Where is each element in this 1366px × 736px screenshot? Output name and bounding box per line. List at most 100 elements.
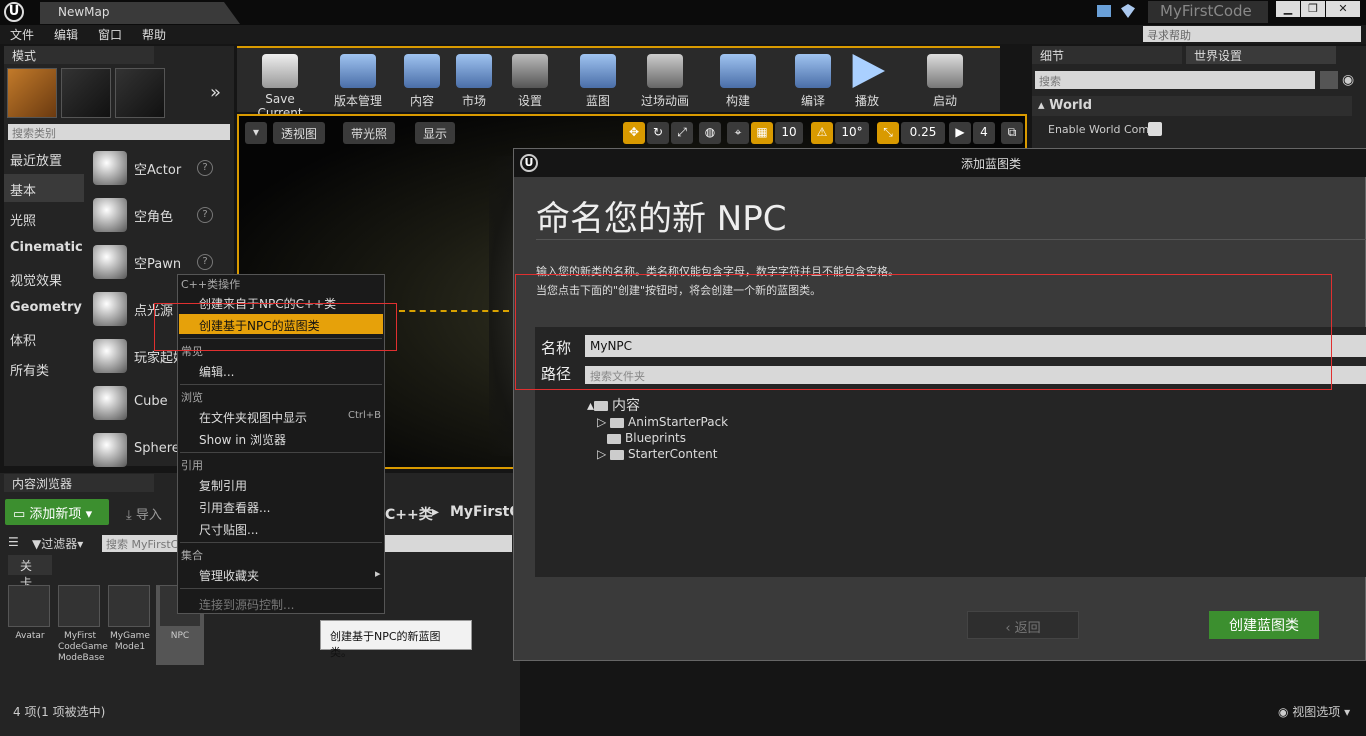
view-options-button[interactable]: ◉ 视图选项 ▾ — [1278, 703, 1350, 720]
play-button[interactable]: 播放 — [845, 54, 889, 110]
ctx-manage-collections[interactable]: 管理收藏夹 — [179, 564, 383, 584]
ctx-shortcut: Ctrl+B — [348, 410, 382, 421]
category-basic[interactable]: 基本 — [4, 174, 84, 202]
translate-icon[interactable]: ✥ — [623, 122, 645, 144]
ctx-size-map[interactable]: 尺寸贴图... — [179, 518, 383, 538]
camera-speed-icon[interactable]: ▶ — [949, 122, 971, 144]
grid-size[interactable]: 10 — [775, 122, 803, 144]
breadcrumb-project[interactable]: MyFirstC — [450, 504, 520, 520]
menu-window[interactable]: 窗口 — [98, 26, 122, 43]
folder-icon — [610, 417, 625, 428]
cinematics-button[interactable]: 过场动画 — [635, 54, 695, 110]
world-icon[interactable]: ◍ — [699, 122, 721, 144]
content-button[interactable]: 内容 — [399, 54, 445, 110]
ctx-divider — [180, 452, 382, 453]
blueprints-button[interactable]: 蓝图 — [573, 54, 623, 110]
asset-empty-character[interactable]: 空角色? — [90, 193, 215, 237]
feedback-icon[interactable] — [1097, 5, 1111, 17]
tree-root-content[interactable]: ▴ 内容 — [587, 395, 640, 415]
ctx-edit[interactable]: 编辑... — [179, 360, 383, 380]
category-all-classes[interactable]: 所有类 — [4, 354, 84, 382]
menu-edit[interactable]: 编辑 — [54, 26, 78, 43]
lit-button[interactable]: 带光照 — [343, 122, 396, 144]
category-lights[interactable]: 光照 — [4, 204, 84, 232]
settings-button[interactable]: 设置 — [505, 54, 555, 110]
surface-snap-icon[interactable]: ⌖ — [727, 122, 749, 144]
marketplace-button[interactable]: 市场 — [451, 54, 497, 110]
rotate-icon[interactable]: ↻ — [647, 122, 669, 144]
close-button[interactable]: ✕ — [1326, 1, 1360, 17]
grid-snap-icon[interactable]: ▦ — [751, 122, 773, 144]
asset-gamemode1[interactable]: MyGame Mode1 — [108, 585, 152, 653]
minimize-button[interactable]: ▁ — [1276, 1, 1300, 17]
ctx-divider — [180, 384, 382, 385]
paint-mode-icon[interactable] — [61, 68, 111, 118]
category-geometry[interactable]: Geometry — [4, 294, 84, 322]
category-visual-effects[interactable]: 视觉效果 — [4, 264, 84, 292]
build-button[interactable]: 构建 — [715, 54, 761, 110]
show-button[interactable]: 显示 — [415, 122, 456, 144]
tooltip: 创建基于NPC的新蓝图类。 — [320, 620, 472, 659]
import-button[interactable]: ⤓ 导入 — [126, 504, 162, 523]
help-search-input[interactable]: 寻求帮助 — [1143, 26, 1361, 42]
menu-file[interactable]: 文件 — [10, 26, 34, 43]
landscape-mode-icon[interactable] — [115, 68, 165, 118]
scale-size[interactable]: 0.25 — [901, 122, 945, 144]
folder-icon — [594, 401, 609, 411]
create-blueprint-button[interactable]: 创建蓝图类 — [1209, 611, 1319, 639]
ctx-show-in-browser[interactable]: Show in 浏览器 — [179, 428, 383, 448]
ctx-copy-reference[interactable]: 复制引用 — [179, 474, 383, 494]
scale-snap-icon[interactable]: ⤡ — [877, 122, 899, 144]
more-modes-icon[interactable]: » — [210, 82, 221, 103]
tab-modes[interactable]: 模式 — [4, 46, 154, 64]
learn-icon[interactable] — [1121, 4, 1135, 18]
add-new-button[interactable]: ▭ 添加新项 ▾ — [5, 499, 109, 525]
perspective-button[interactable]: 透视图 — [273, 122, 326, 144]
tree-item-blueprints[interactable]: Blueprints — [607, 431, 686, 445]
unreal-logo-icon: U — [520, 154, 538, 172]
details-search-input[interactable]: 搜索 — [1035, 71, 1315, 89]
source-control-button[interactable]: 版本管理 — [323, 54, 393, 110]
breadcrumb-separator-icon: ▸ — [432, 504, 440, 520]
rotation-snap-icon[interactable]: ⚠ — [811, 122, 833, 144]
maximize-button[interactable]: ❐ — [1301, 1, 1325, 17]
sources-toggle-icon[interactable]: ☰ — [8, 535, 19, 549]
save-current-button[interactable]: Save Current — [243, 54, 317, 120]
camera-speed[interactable]: 4 — [973, 122, 995, 144]
world-section-header[interactable]: ▴ World — [1032, 96, 1352, 116]
enable-world-comp-checkbox[interactable] — [1148, 122, 1162, 136]
launch-button[interactable]: 启动 — [923, 54, 967, 110]
back-button[interactable]: ‹ 返回 — [967, 611, 1079, 639]
ctx-submenu-arrow-icon: ▸ — [375, 567, 381, 580]
tab-world-settings[interactable]: 世界设置 — [1186, 46, 1336, 64]
compile-button[interactable]: 编译 — [791, 54, 835, 110]
tree-item-startercontent[interactable]: ▷ StarterContent — [597, 447, 717, 461]
menu-help[interactable]: 帮助 — [142, 26, 166, 43]
category-recent[interactable]: 最近放置 — [4, 144, 84, 172]
spline-line — [399, 310, 509, 312]
tab-details[interactable]: 细节 — [1032, 46, 1182, 64]
level-filter-tab[interactable]: 关卡 — [8, 555, 52, 590]
asset-empty-actor[interactable]: 空Actor? — [90, 146, 215, 190]
maximize-viewport-icon[interactable]: ⧉ — [1001, 122, 1023, 144]
viewport-options-button[interactable]: ▾ — [245, 122, 268, 144]
property-matrix-icon[interactable] — [1320, 71, 1338, 89]
category-volumes[interactable]: 体积 — [4, 324, 84, 352]
ctx-header-cpp: C++类操作 — [181, 278, 241, 291]
category-search-input[interactable]: 搜索类别 — [8, 124, 230, 140]
scale-icon[interactable]: ⤢ — [671, 122, 693, 144]
place-mode-icon[interactable] — [7, 68, 57, 118]
category-cinematic[interactable]: Cinematic — [4, 234, 84, 262]
tab-content-browser[interactable]: 内容浏览器 — [4, 474, 154, 492]
breadcrumb-cpp-classes[interactable]: C++类 — [385, 504, 433, 524]
rotation-size[interactable]: 10° — [835, 122, 869, 144]
ctx-divider — [180, 588, 382, 589]
asset-gamemodebase[interactable]: MyFirst CodeGame ModeBase — [58, 585, 108, 664]
map-tab[interactable]: NewMap — [40, 2, 240, 24]
tree-item-animstarterpack[interactable]: ▷ AnimStarterPack — [597, 415, 728, 429]
filters-button[interactable]: ▼过滤器▾ — [32, 535, 83, 552]
ctx-reference-viewer[interactable]: 引用查看器... — [179, 496, 383, 516]
asset-avatar[interactable]: Avatar — [8, 585, 52, 642]
visibility-eye-icon[interactable]: ◉ — [1342, 72, 1354, 88]
add-blueprint-dialog: U 添加蓝图类 命名您的新 NPC 输入您的新类的名称。类名称仅能包含字母，数字… — [513, 148, 1366, 661]
